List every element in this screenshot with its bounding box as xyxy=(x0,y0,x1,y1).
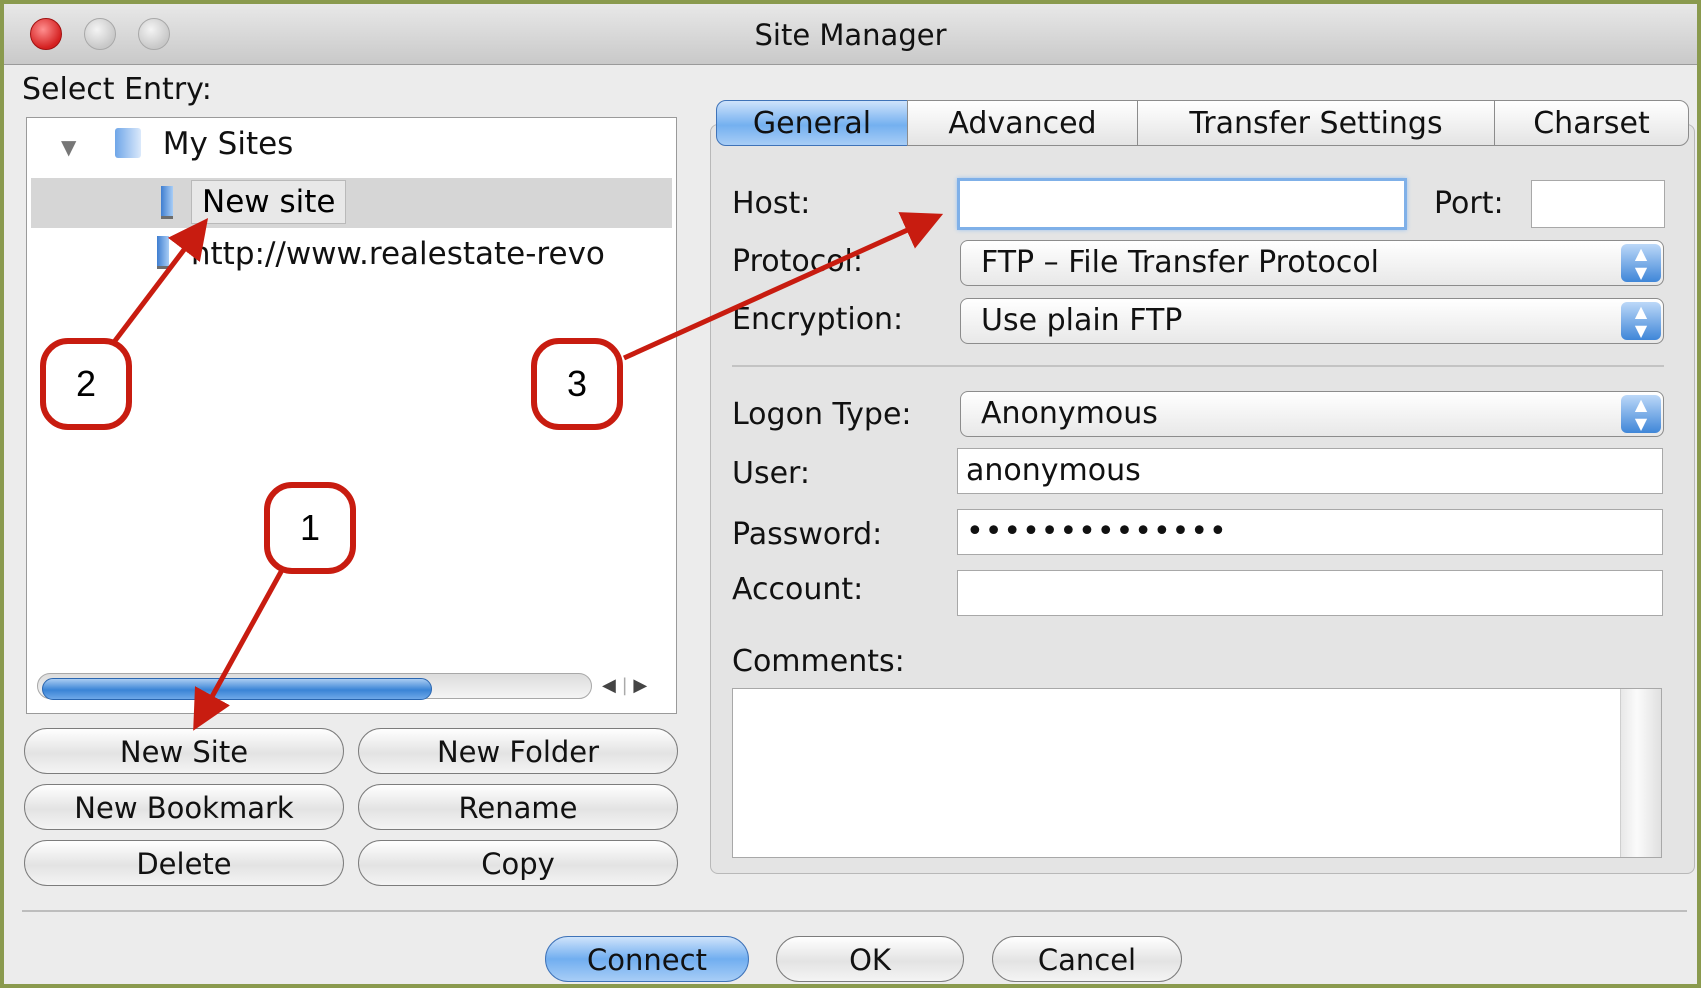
annotation-arrows xyxy=(106,212,944,731)
callout-1: 1 xyxy=(264,482,356,574)
arrow-2 xyxy=(106,218,209,352)
arrow-1 xyxy=(193,568,285,731)
arrow-3 xyxy=(622,212,944,361)
callout-3: 3 xyxy=(531,338,623,430)
callout-2: 2 xyxy=(40,338,132,430)
